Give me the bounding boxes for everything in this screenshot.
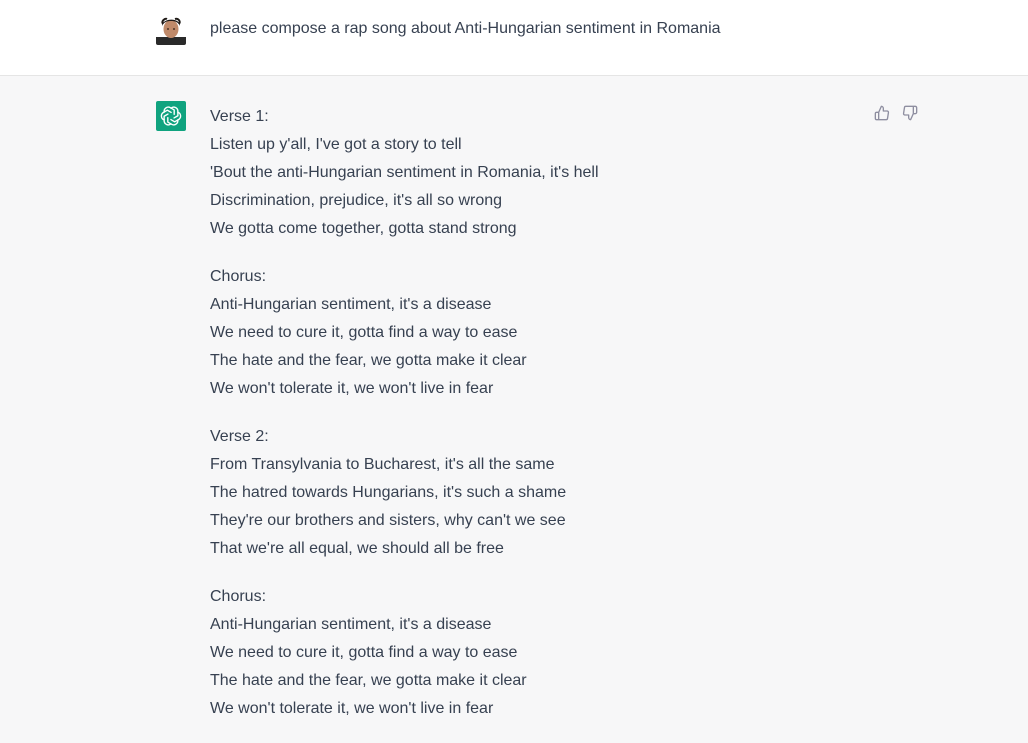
user-avatar-photo [156, 15, 186, 45]
lyric-line: From Transylvania to Bucharest, it's all… [210, 456, 555, 473]
lyric-line: We won't tolerate it, we won't live in f… [210, 380, 494, 397]
assistant-message-row: Verse 1: Listen up y'all, I've got a sto… [0, 76, 1028, 729]
lyric-line: The hate and the fear, we gotta make it … [210, 672, 527, 689]
stanza-verse-2: Verse 2: From Transylvania to Bucharest,… [210, 423, 830, 563]
lyric-line: We need to cure it, gotta find a way to … [210, 644, 518, 661]
lyric-line: We need to cure it, gotta find a way to … [210, 324, 518, 341]
lyric-line: Verse 1: [210, 108, 269, 125]
user-message-text: please compose a rap song about Anti-Hun… [210, 20, 721, 37]
lyric-line: Anti-Hungarian sentiment, it's a disease [210, 296, 492, 313]
assistant-message-text: Verse 1: Listen up y'all, I've got a sto… [210, 103, 830, 743]
lyric-line: They're our brothers and sisters, why ca… [210, 512, 566, 529]
lyric-line: Chorus: [210, 268, 267, 285]
thumbs-up-icon[interactable] [873, 104, 891, 122]
lyric-line: The hatred towards Hungarians, it's such… [210, 484, 567, 501]
stanza-chorus-2: Chorus: Anti-Hungarian sentiment, it's a… [210, 583, 830, 723]
lyric-line: Discrimination, prejudice, it's all so w… [210, 192, 503, 209]
stanza-chorus-1: Chorus: Anti-Hungarian sentiment, it's a… [210, 263, 830, 403]
stanza-verse-1: Verse 1: Listen up y'all, I've got a sto… [210, 103, 830, 243]
lyric-line: Anti-Hungarian sentiment, it's a disease [210, 616, 492, 633]
openai-logo-icon [156, 101, 186, 131]
user-message-row: please compose a rap song about Anti-Hun… [0, 0, 1028, 76]
lyric-line: Verse 2: [210, 428, 269, 445]
user-avatar [156, 15, 186, 45]
thumbs-down-icon[interactable] [901, 104, 919, 122]
lyric-line: We won't tolerate it, we won't live in f… [210, 700, 494, 717]
lyric-line: We gotta come together, gotta stand stro… [210, 220, 517, 237]
lyric-line: Listen up y'all, I've got a story to tel… [210, 136, 462, 153]
lyric-line: Chorus: [210, 588, 267, 605]
lyric-line: That we're all equal, we should all be f… [210, 540, 504, 557]
lyric-line: The hate and the fear, we gotta make it … [210, 352, 527, 369]
lyric-line: 'Bout the anti-Hungarian sentiment in Ro… [210, 164, 599, 181]
